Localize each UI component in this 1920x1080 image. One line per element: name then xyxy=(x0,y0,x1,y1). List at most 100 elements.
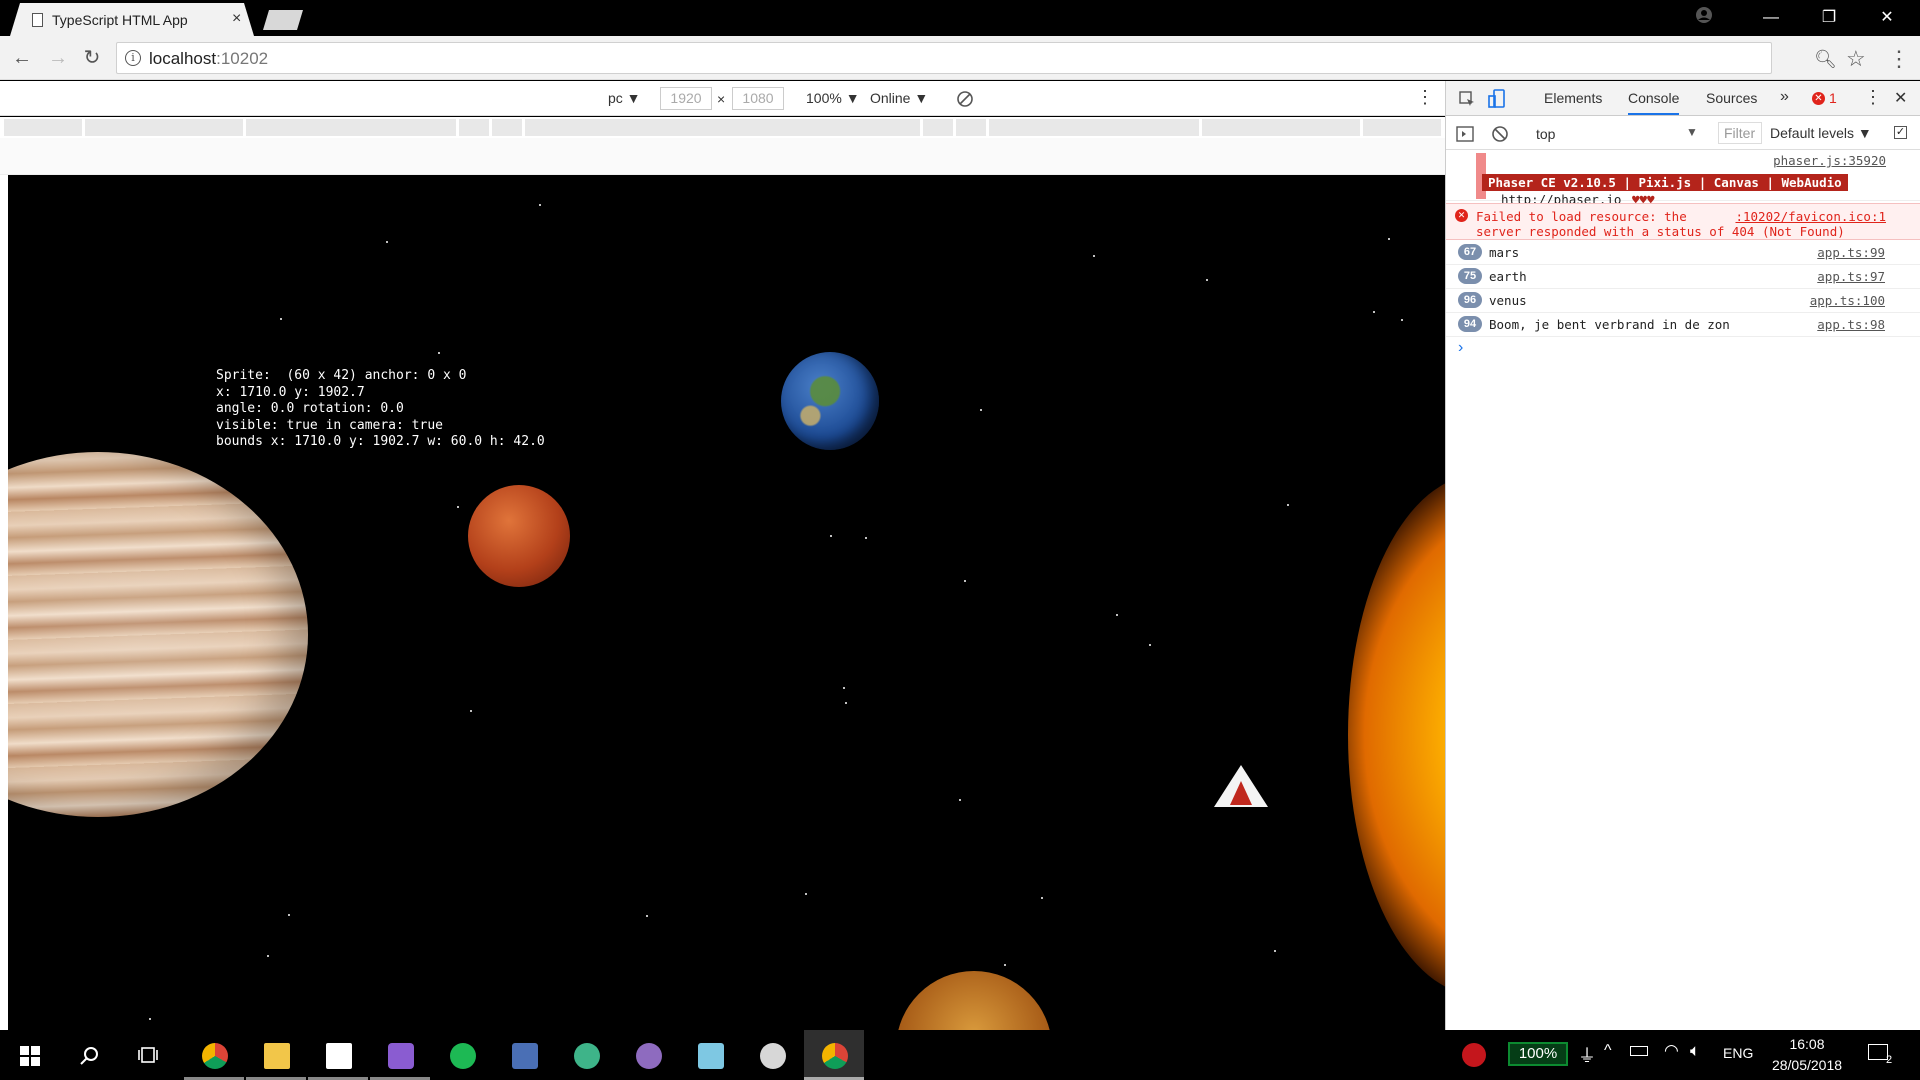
sprite-debug-info: Sprite: (60 x 42) anchor: 0 x 0 x: 1710.0… xyxy=(216,368,545,451)
more-tabs-icon[interactable]: » xyxy=(1780,88,1789,106)
app-icon xyxy=(574,1043,600,1069)
restore-icon[interactable]: ❐ xyxy=(1806,4,1852,32)
zoom-icon[interactable]: 🔍︎ xyxy=(1814,49,1837,70)
taskbar-github[interactable] xyxy=(618,1030,678,1080)
error-icon: ✕ xyxy=(1455,209,1468,222)
wifi-icon[interactable]: ◠ xyxy=(1664,1041,1679,1061)
github-icon xyxy=(636,1043,662,1069)
taskbar-chrome-active[interactable] xyxy=(804,1030,864,1080)
log-source-link[interactable]: app.ts:98 xyxy=(1817,317,1885,332)
devtools-close-icon[interactable]: ✕ xyxy=(1894,88,1907,108)
battery-percentage[interactable]: 100% xyxy=(1508,1042,1568,1066)
error-source-link[interactable]: :10202/favicon.ico:1 xyxy=(1735,209,1886,224)
sidebar-toggle-icon[interactable] xyxy=(1456,125,1474,143)
repeat-count-badge: 96 xyxy=(1458,292,1482,308)
log-message: earth xyxy=(1489,269,1527,284)
error-icon[interactable]: ✕ xyxy=(1812,92,1825,105)
taskbar-file-explorer[interactable] xyxy=(246,1030,306,1080)
venus-planet xyxy=(896,971,1052,1030)
address-bar[interactable]: i localhost:10202 xyxy=(116,42,1772,74)
taskbar-sticky-notes[interactable] xyxy=(308,1030,368,1080)
action-center-icon[interactable] xyxy=(1868,1044,1888,1060)
input-language[interactable]: ENG xyxy=(1723,1045,1753,1061)
back-icon[interactable]: ← xyxy=(10,46,34,70)
device-select[interactable]: pc ▼ xyxy=(608,90,641,106)
rotate-icon[interactable] xyxy=(955,89,975,109)
log-entry-error: ✕ Failed to load resource: the server re… xyxy=(1446,203,1920,240)
tab-elements[interactable]: Elements xyxy=(1544,90,1602,106)
power-plug-icon[interactable]: ⏚ xyxy=(1578,1042,1596,1068)
taskbar-paint[interactable] xyxy=(742,1030,802,1080)
tab-console[interactable]: Console xyxy=(1628,90,1680,115)
info-icon[interactable]: i xyxy=(125,50,141,66)
height-input[interactable]: 1080 xyxy=(732,87,784,110)
folder-icon xyxy=(264,1043,290,1069)
forward-icon[interactable]: → xyxy=(46,46,70,70)
clock-time[interactable]: 16:08 xyxy=(1762,1036,1852,1052)
devtools-menu-icon[interactable]: ⋮ xyxy=(1864,87,1882,108)
group-similar-checkbox[interactable]: ✓ xyxy=(1894,126,1907,139)
clear-console-icon[interactable] xyxy=(1491,125,1509,143)
repeat-count-badge: 94 xyxy=(1458,316,1482,332)
browser-tab-active[interactable]: TypeScript HTML App × xyxy=(10,3,254,36)
mars-planet xyxy=(468,485,570,587)
chrome-icon xyxy=(202,1043,228,1069)
console-prompt[interactable]: › xyxy=(1458,339,1463,357)
log-message: venus xyxy=(1489,293,1527,308)
tab-sources[interactable]: Sources xyxy=(1706,90,1757,106)
search-icon[interactable] xyxy=(78,1045,100,1067)
log-source-link[interactable]: app.ts:99 xyxy=(1817,245,1885,260)
log-source-link[interactable]: app.ts:97 xyxy=(1817,269,1885,284)
inspect-element-icon[interactable] xyxy=(1458,90,1476,108)
throttle-select[interactable]: Online ▼ xyxy=(870,90,928,106)
bookmark-star-icon[interactable]: ☆ xyxy=(1846,46,1866,72)
device-toggle-icon[interactable] xyxy=(1488,89,1506,109)
battery-icon[interactable] xyxy=(1630,1046,1648,1056)
spotify-icon xyxy=(450,1043,476,1069)
log-message: mars xyxy=(1489,245,1520,260)
context-dropdown-icon[interactable]: ▼ xyxy=(1686,125,1698,139)
error-count[interactable]: 1 xyxy=(1829,90,1837,106)
close-window-icon[interactable]: ✕ xyxy=(1864,4,1910,32)
width-input[interactable]: 1920 xyxy=(660,87,712,110)
notification-count: 2 xyxy=(1886,1054,1893,1066)
taskbar-chrome[interactable] xyxy=(184,1030,244,1080)
show-hidden-icons-icon[interactable]: ^ xyxy=(1604,1042,1612,1060)
taskbar-visual-studio[interactable] xyxy=(370,1030,430,1080)
player-ship-core xyxy=(1230,781,1252,805)
new-tab-button[interactable] xyxy=(263,10,303,30)
task-view-icon[interactable] xyxy=(137,1046,159,1066)
windows-start-icon[interactable] xyxy=(20,1046,40,1066)
log-source-link[interactable]: app.ts:100 xyxy=(1810,293,1885,308)
levels-select[interactable]: Default levels ▼ xyxy=(1770,125,1872,141)
game-canvas[interactable]: Sprite: (60 x 42) anchor: 0 x 0 x: 1710.0… xyxy=(8,175,1445,1030)
log-source-link[interactable]: phaser.js:35920 xyxy=(1773,153,1886,168)
zoom-select[interactable]: 100% ▼ xyxy=(806,90,860,106)
media-query-bar[interactable] xyxy=(0,117,1445,138)
minimize-icon[interactable]: — xyxy=(1748,4,1794,32)
error-message: Failed to load resource: the xyxy=(1476,209,1687,224)
taskbar-app-6[interactable] xyxy=(494,1030,554,1080)
profile-icon[interactable] xyxy=(1694,5,1714,25)
device-toolbar: pc ▼ 1920 × 1080 100% ▼ Online ▼ ⋮ xyxy=(0,81,1445,116)
clock-date[interactable]: 28/05/2018 xyxy=(1762,1057,1852,1073)
debug-line: Sprite: (60 x 42) anchor: 0 x 0 xyxy=(216,368,467,383)
context-select[interactable]: top xyxy=(1536,126,1555,142)
tray-app-icon[interactable] xyxy=(1462,1043,1486,1067)
debug-line: visible: true in camera: true xyxy=(216,417,443,433)
volume-icon[interactable]: 🔈︎ xyxy=(1690,1041,1700,1061)
taskbar-app-7[interactable] xyxy=(556,1030,616,1080)
reload-icon[interactable]: ↻ xyxy=(80,46,104,70)
url-text[interactable]: localhost:10202 xyxy=(149,49,268,69)
app-icon xyxy=(512,1043,538,1069)
log-entry-phaser: phaser.js:35920 Phaser CE v2.10.5 | Pixi… xyxy=(1446,151,1920,207)
device-more-icon[interactable]: ⋮ xyxy=(1416,87,1434,108)
tab-close-icon[interactable]: × xyxy=(232,10,241,28)
chrome-menu-icon[interactable]: ⋮ xyxy=(1888,46,1910,72)
log-entry: 94 Boom, je bent verbrand in de zon app.… xyxy=(1446,313,1920,337)
filter-input[interactable]: Filter xyxy=(1718,122,1762,144)
chrome-icon xyxy=(822,1043,848,1069)
browser-titlebar: TypeScript HTML App × — ❐ ✕ xyxy=(0,0,1920,36)
taskbar-app-9[interactable] xyxy=(680,1030,740,1080)
taskbar-spotify[interactable] xyxy=(432,1030,492,1080)
